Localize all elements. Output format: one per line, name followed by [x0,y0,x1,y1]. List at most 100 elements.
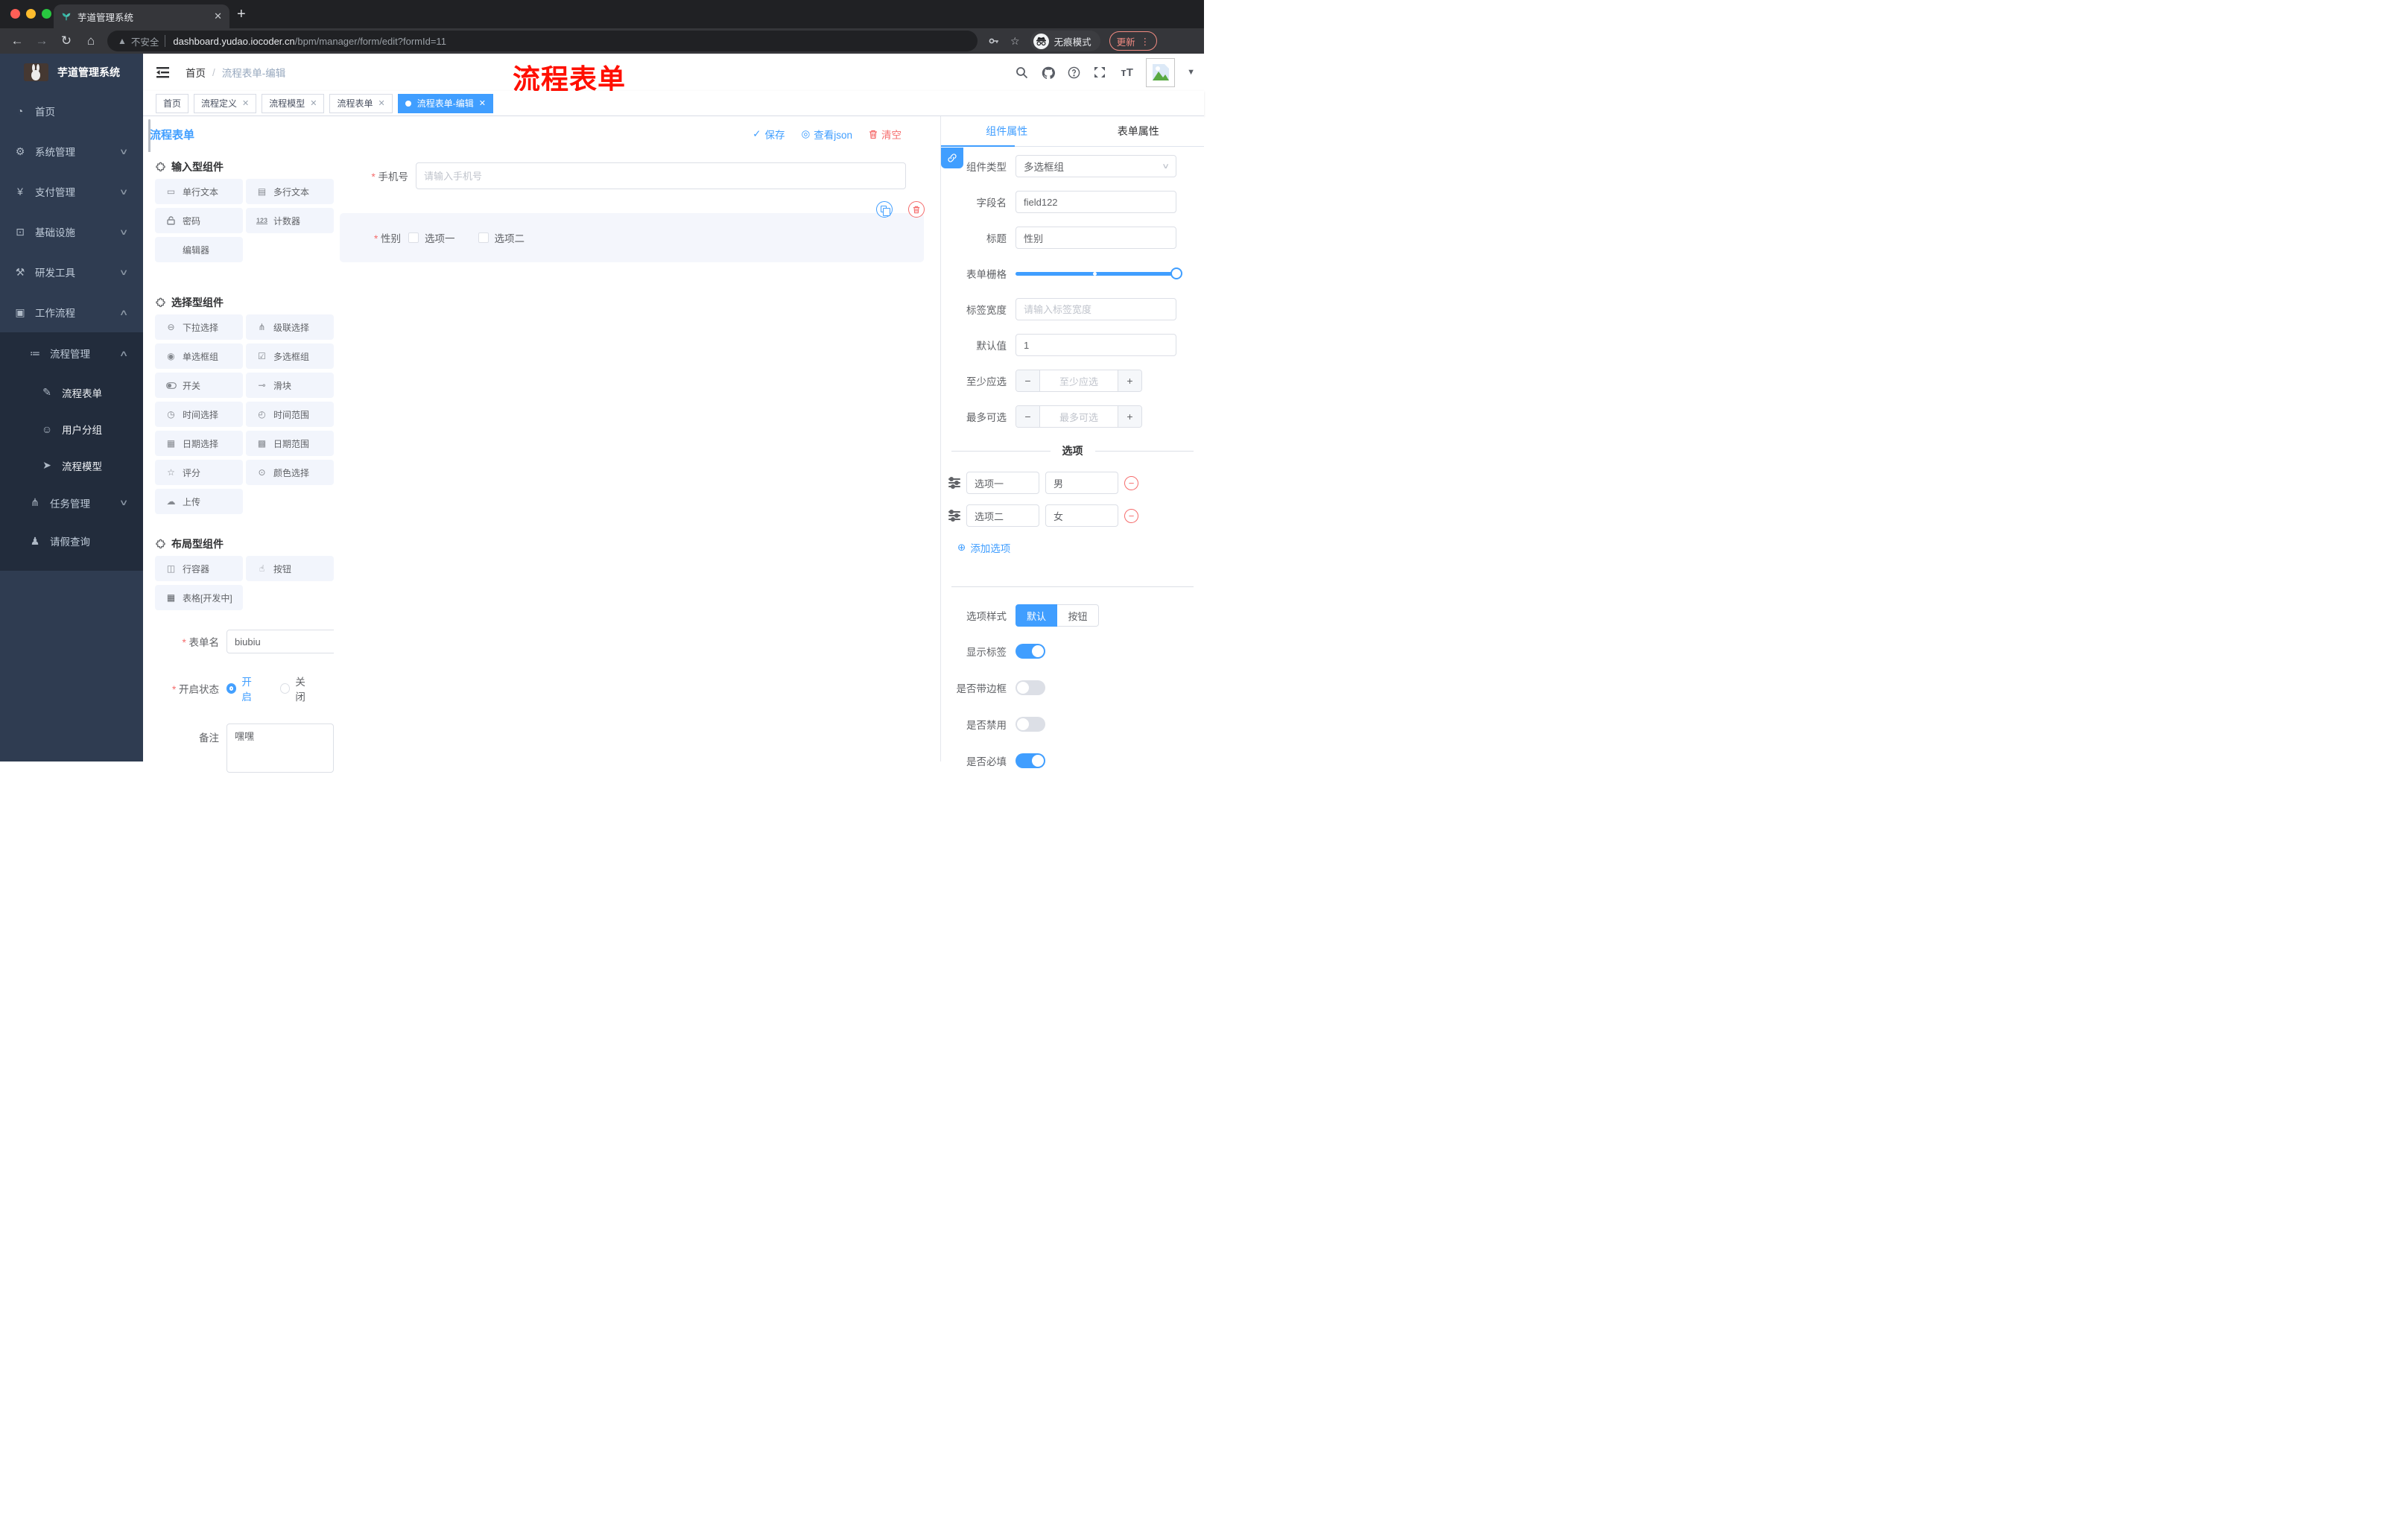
tag-process-definition[interactable]: 流程定义 ✕ [194,93,257,113]
sidebar-item-workflow[interactable]: ▣ 工作流程 ∧ [0,292,143,332]
tab-close-icon[interactable]: ✕ [214,10,222,22]
style-default-button[interactable]: 默认 [1016,604,1057,627]
phone-input[interactable] [416,162,906,189]
tab-component-props[interactable]: 组件属性 [941,116,1073,146]
palette-item-color-picker[interactable]: ⊙ 颜色选择 [246,460,334,485]
form-name-input[interactable] [226,630,337,653]
palette-item-radio-group[interactable]: ◉ 单选框组 [155,343,243,369]
password-key-icon[interactable] [988,35,1000,47]
save-button[interactable]: ✓ 保存 [752,127,785,142]
palette-item-row-container[interactable]: ◫ 行容器 [155,556,243,581]
link-badge[interactable] [941,148,963,168]
sidebar-item-infra[interactable]: ⊡ 基础设施 ∨ [0,212,143,252]
not-secure-warning-icon[interactable]: ▲ [118,36,127,46]
component-type-select[interactable]: 多选框组 ∨ [1016,155,1176,177]
palette-item-counter[interactable]: 123 计数器 [246,208,334,233]
remove-option-button[interactable]: − [1124,508,1138,523]
palette-item-checkbox-group[interactable]: ☑ 多选框组 [246,343,334,369]
palette-item-cascader[interactable]: ⋔ 级联选择 [246,314,334,340]
new-tab-button[interactable]: + [237,7,246,22]
palette-item-time-range[interactable]: ◴ 时间范围 [246,402,334,427]
option1-value-input[interactable] [1045,472,1118,494]
min-select-value[interactable]: 至少应选 [1040,370,1118,391]
browser-tab[interactable]: 芋道管理系统 ✕ [54,4,229,28]
palette-item-password[interactable]: 密码 [155,208,243,233]
tag-process-form-edit-active[interactable]: 流程表单-编辑 ✕ [397,93,493,113]
avatar[interactable] [1146,57,1176,87]
add-option-link[interactable]: ⊕ 添加选项 [957,540,1204,555]
sidebar-item-devtools[interactable]: ⚒ 研发工具 ∨ [0,252,143,292]
slider-handle[interactable] [1170,267,1182,279]
search-icon[interactable] [1016,66,1030,79]
maximize-window-button[interactable] [42,9,51,19]
sidebar-item-home[interactable]: ◔ 首页 [0,91,143,131]
grid-slider[interactable] [1016,262,1182,285]
palette-item-multi-text[interactable]: ▤ 多行文本 [246,179,334,204]
remove-option-button[interactable]: − [1124,475,1138,490]
palette-item-date-range[interactable]: ▩ 日期范围 [246,431,334,456]
tag-close-icon[interactable]: ✕ [242,98,249,108]
view-json-button[interactable]: ◎ 查看json [801,127,852,142]
gender-option-1[interactable]: 选项一 [408,230,455,245]
palette-item-rate[interactable]: ☆ 评分 [155,460,243,485]
palette-item-slider[interactable]: ⊸ 滑块 [246,373,334,398]
palette-item-switch[interactable]: 开关 [155,373,243,398]
close-window-button[interactable] [10,9,20,19]
font-size-icon[interactable]: ᴛT [1120,66,1134,79]
sidebar-item-system[interactable]: ⚙ 系统管理 ∨ [0,131,143,171]
palette-item-dropdown[interactable]: ⊖ 下拉选择 [155,314,243,340]
drag-handle-icon[interactable] [948,477,960,489]
avatar-caret-icon[interactable]: ▼ [1187,68,1195,77]
palette-item-time-picker[interactable]: ◷ 时间选择 [155,402,243,427]
tag-process-model[interactable]: 流程模型 ✕ [262,93,325,113]
clear-button[interactable]: 清空 [869,127,902,142]
palette-item-button[interactable]: ☝ 按钮 [246,556,334,581]
field-name-input[interactable] [1016,191,1176,213]
decrease-icon[interactable]: − [1016,406,1040,427]
label-width-input[interactable] [1016,298,1176,320]
browser-menu-dots-icon[interactable]: ⋮ [1141,36,1150,47]
sidebar-item-payment[interactable]: ¥ 支付管理 ∨ [0,171,143,212]
palette-item-single-text[interactable]: ▭ 单行文本 [155,179,243,204]
option1-label-input[interactable] [966,472,1039,494]
github-icon[interactable] [1042,66,1056,79]
form-canvas[interactable]: 手机号 性别 选项一 选项二 [334,152,940,762]
default-value-input[interactable] [1016,334,1176,356]
sidebar-item-process-model[interactable]: ➤ 流程模型 [0,447,143,484]
bookmark-star-icon[interactable]: ☆ [1010,35,1020,48]
checkbox-icon[interactable] [478,232,489,243]
tab-form-props[interactable]: 表单属性 [1073,116,1205,146]
max-select-stepper[interactable]: − 最多可选 + [1016,405,1142,428]
tag-close-icon[interactable]: ✕ [479,98,486,108]
sidebar-item-task-mgmt[interactable]: ⋔ 任务管理 ∨ [0,484,143,522]
palette-item-editor[interactable]: 编辑器 [155,237,243,262]
address-bar[interactable]: ▲ 不安全 dashboard.yudao.iocoder.cn/bpm/man… [107,31,978,51]
min-select-stepper[interactable]: − 至少应选 + [1016,370,1142,392]
option2-value-input[interactable] [1045,504,1118,527]
disabled-toggle[interactable] [1016,717,1045,732]
duplicate-component-button[interactable] [876,201,893,218]
palette-item-date-picker[interactable]: ▦ 日期选择 [155,431,243,456]
sidebar-item-process-mgmt[interactable]: ≔ 流程管理 ∧ [0,332,143,374]
canvas-field-phone[interactable]: 手机号 [334,162,940,189]
drag-handle-icon[interactable] [948,510,960,522]
status-on-radio[interactable]: 开启 [226,674,261,703]
border-toggle[interactable] [1016,680,1045,695]
tag-close-icon[interactable]: ✕ [378,98,385,108]
show-label-toggle[interactable] [1016,644,1045,659]
increase-icon[interactable]: + [1118,406,1141,427]
checkbox-icon[interactable] [408,232,419,243]
tag-close-icon[interactable]: ✕ [310,98,317,108]
breadcrumb-home[interactable]: 首页 [186,65,206,80]
increase-icon[interactable]: + [1118,370,1141,391]
max-select-value[interactable]: 最多可选 [1040,406,1118,427]
palette-item-table[interactable]: ▦ 表格[开发中] [155,585,243,610]
help-icon[interactable] [1068,66,1082,79]
sidebar-item-leave-query[interactable]: ♟ 请假查询 [0,522,143,560]
decrease-icon[interactable]: − [1016,370,1040,391]
back-icon[interactable]: ← [10,34,25,48]
delete-component-button[interactable] [908,201,925,218]
tag-home[interactable]: 首页 [156,93,189,113]
tag-process-form[interactable]: 流程表单 ✕ [329,93,393,113]
sidebar-item-process-form[interactable]: ✎ 流程表单 [0,374,143,411]
